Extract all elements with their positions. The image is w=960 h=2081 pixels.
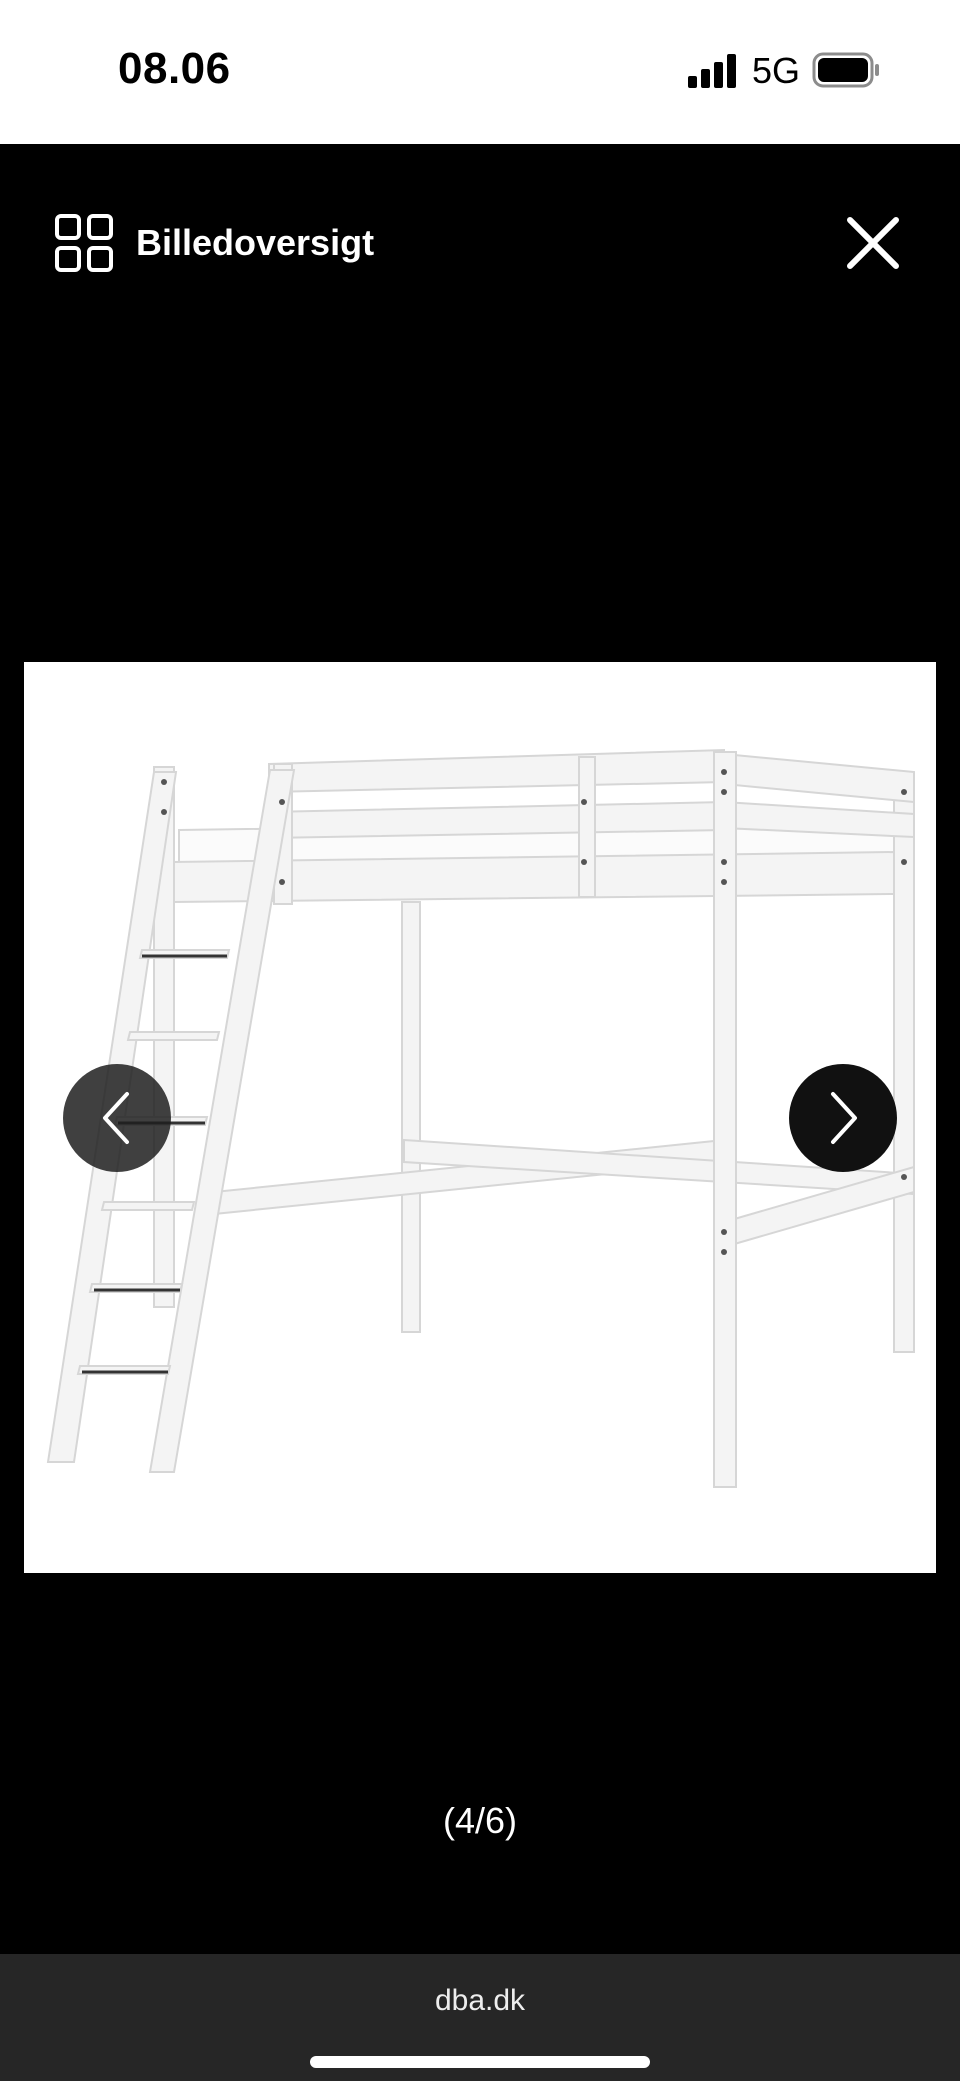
image-counter: (4/6)	[442, 1800, 518, 1841]
chevron-right-icon	[831, 1092, 857, 1144]
chevron-left-icon	[103, 1092, 129, 1144]
previous-image-button[interactable]	[63, 1064, 171, 1172]
home-indicator[interactable]	[310, 2056, 650, 2068]
image-viewer: Billedoversigt (4/6)	[0, 144, 960, 1954]
battery-icon	[812, 52, 879, 88]
image-overview-button[interactable]: Billedoversigt	[54, 210, 374, 276]
url-text[interactable]: dba.dk	[0, 1984, 960, 2018]
browser-address-bar[interactable]: dba.dk	[0, 1954, 960, 2081]
close-icon[interactable]	[844, 214, 902, 272]
grid-icon	[55, 214, 113, 272]
signal-icon	[688, 54, 736, 88]
network-label: 5G	[752, 50, 801, 91]
status-bar: 08.06 5G	[0, 0, 960, 144]
overview-label: Billedoversigt	[136, 222, 375, 263]
next-image-button[interactable]	[789, 1064, 897, 1172]
status-time: 08.06	[118, 44, 231, 93]
